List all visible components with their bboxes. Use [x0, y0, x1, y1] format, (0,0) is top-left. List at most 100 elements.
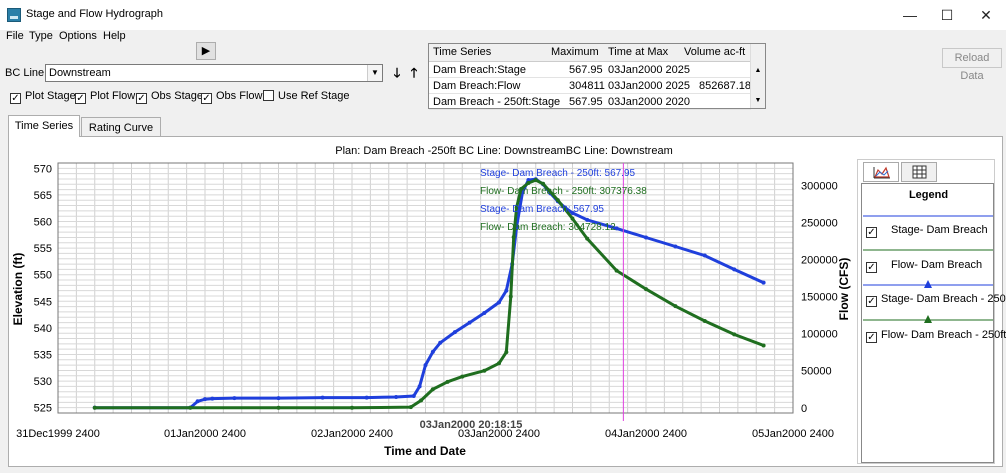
stage-series-point: [411, 393, 416, 398]
y-tick-label: 550: [34, 270, 52, 282]
plot-grid: [57, 162, 794, 413]
stage-series-point: [210, 396, 215, 401]
stage-series-point: [702, 253, 707, 258]
checkbox-box[interactable]: ✓: [866, 296, 877, 307]
table-icon: [912, 165, 927, 179]
y-axis-label: Elevation (ft): [11, 253, 25, 326]
chart-icon: [873, 166, 890, 179]
flow-series-line: [94, 178, 765, 410]
stage-series-point: [452, 330, 457, 335]
table-view-tab[interactable]: [901, 162, 937, 182]
y2-axis-label: Flow (CFS): [837, 258, 851, 321]
tab-time-series[interactable]: Time Series: [8, 115, 80, 137]
y2-tick-label: 100000: [801, 329, 838, 341]
annotation-flow-250: Flow- Dam Breach - 250ft: 307376.38: [480, 186, 647, 197]
y2-tick-label: 300000: [801, 180, 838, 192]
checkbox-box[interactable]: ✓: [866, 262, 877, 273]
y-tick-label: 530: [34, 376, 52, 388]
stage-series-point: [482, 311, 487, 315]
flow-series-point: [526, 181, 531, 186]
y2-tick-label: 250000: [801, 217, 838, 229]
y-tick-label: 560: [34, 217, 52, 229]
y-tick-label: 540: [34, 323, 52, 335]
x-tick-label: 01Jan2000 2400: [164, 428, 246, 440]
legend-item[interactable]: ✓ Flow- Dam Breach - 250ft: [866, 329, 1006, 343]
x-tick-label: 31Dec1999 2400: [16, 428, 100, 440]
legend-box: Legend ✓ Stage- Dam Breach ✓ Flow- Dam Bre…: [861, 183, 1006, 463]
stage-series-point: [644, 235, 648, 240]
flow-series-point: [276, 405, 281, 410]
stage-series-point: [732, 267, 737, 272]
stage-series-point: [276, 396, 281, 401]
y2-tick-label: 150000: [801, 292, 838, 304]
stage-series-point: [467, 320, 472, 325]
stage-series-point: [364, 395, 369, 400]
flow-series-point: [644, 287, 648, 292]
stage-series-line: [94, 177, 765, 410]
chart-view-tab[interactable]: [863, 162, 899, 182]
flow-series-point: [460, 374, 465, 379]
flow-series-point: [761, 343, 766, 348]
flow-series-point: [419, 398, 424, 403]
stage-series-point: [417, 384, 422, 389]
stage-series-point: [320, 395, 325, 400]
legend-item[interactable]: ✓ Stage- Dam Breach - 250ft: [866, 293, 1006, 307]
x-tick-label: 02Jan2000 2400: [311, 428, 393, 440]
y-tick-label: 545: [34, 296, 52, 308]
annotation-flow: Flow- Dam Breach: 304728.12: [480, 222, 616, 233]
flow-series-point: [614, 268, 619, 273]
x-tick-label: 05Jan2000 2400: [752, 428, 834, 440]
stage-series-point: [195, 399, 200, 404]
y-tick-label: 535: [34, 349, 52, 361]
flow-series-point: [570, 216, 575, 221]
flow-series-point: [511, 235, 516, 240]
stage-series-point: [673, 244, 678, 249]
flow-series-point: [673, 304, 678, 309]
checkbox-box[interactable]: ✓: [866, 332, 877, 343]
flow-series-point: [445, 379, 450, 384]
y2-tick-label: 0: [801, 403, 807, 415]
y-tick-label: 565: [34, 190, 52, 202]
y-tick-label: 570: [34, 163, 52, 175]
stage-series-point: [203, 397, 207, 402]
stage-series-point: [423, 363, 428, 368]
triangle-marker-icon: [924, 280, 932, 288]
stage-series-point: [504, 288, 509, 293]
flow-series-point: [497, 361, 501, 366]
y2-tick-label: 200000: [801, 254, 838, 266]
flow-series-point: [508, 294, 513, 299]
flow-series-point: [555, 198, 560, 203]
y-tick-label: 555: [34, 243, 52, 255]
triangle-marker-icon: [924, 315, 932, 323]
checkbox-box[interactable]: ✓: [866, 227, 877, 238]
legend-panel: Legend ✓ Stage- Dam Breach ✓ Flow- Dam Bre…: [857, 159, 1006, 464]
x-tick-label: 04Jan2000 2400: [605, 428, 687, 440]
y2-tick-label: 50000: [801, 366, 832, 378]
legend-title: Legend: [908, 189, 949, 201]
stage-series-point: [430, 349, 435, 354]
x-axis-label: Time and Date: [384, 444, 466, 458]
legend-item[interactable]: ✓ Flow- Dam Breach: [866, 259, 982, 273]
flow-series-point: [350, 405, 354, 410]
stage-series-point: [761, 280, 766, 285]
flow-series-point: [732, 332, 737, 337]
flow-series-point: [92, 405, 97, 410]
flow-series-point: [188, 405, 193, 410]
y-tick-label: 525: [34, 403, 52, 415]
annotation-stage-250: Stage- Dam Breach - 250ft: 567.95: [480, 168, 636, 179]
plot-header: Plan: Dam Breach -250ft BC Line: Downstr…: [335, 145, 672, 157]
flow-series-point: [504, 350, 509, 355]
stage-series-point: [394, 395, 399, 400]
stage-series-point: [232, 396, 237, 401]
flow-series-point: [482, 368, 487, 373]
cursor-time-label: 03Jan2000 20:18:15: [420, 419, 523, 431]
flow-series-point: [408, 405, 413, 410]
hydrograph-chart[interactable]: Plan: Dam Breach -250ft BC Line: Downstr…: [0, 0, 1006, 473]
stage-series-point: [438, 340, 443, 345]
flow-series-point: [430, 387, 435, 392]
flow-series-point: [585, 236, 590, 241]
legend-item[interactable]: ✓ Stage- Dam Breach: [866, 224, 988, 238]
flow-series-point: [702, 319, 707, 324]
stage-series-point: [497, 300, 501, 305]
annotation-stage: Stage- Dam Breach: 567.95: [480, 204, 604, 215]
